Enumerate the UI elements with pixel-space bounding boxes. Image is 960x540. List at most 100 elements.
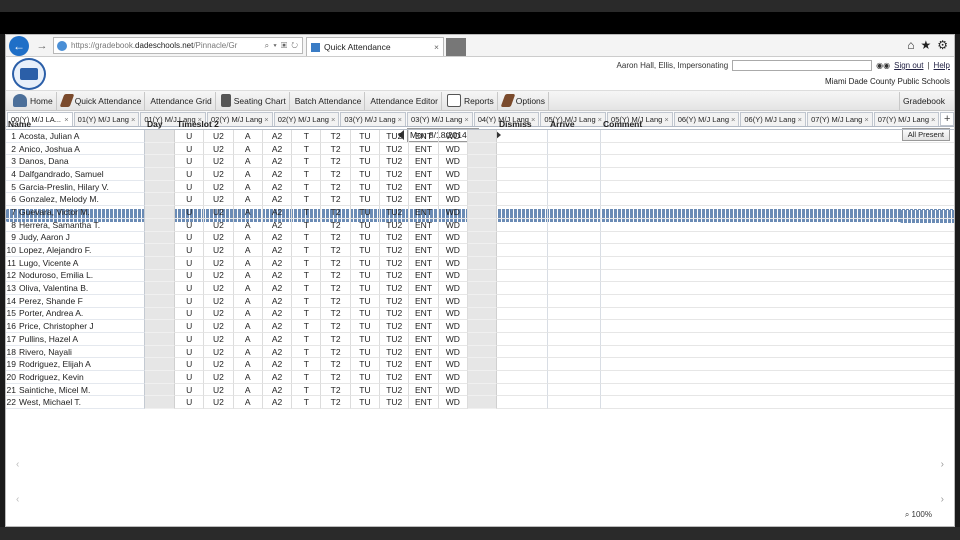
day-cell[interactable] [145,256,175,270]
dismiss-cell[interactable] [496,320,548,333]
attendance-code-cell[interactable]: U [175,231,205,245]
student-name[interactable]: Rodriguez, Kevin [19,372,84,382]
attendance-code-cell[interactable]: U2 [204,371,234,384]
attendance-code-cell[interactable]: A [233,218,263,232]
attendance-code-cell[interactable]: A [233,282,263,295]
attendance-code-cell[interactable]: A2 [262,244,293,257]
attendance-code-cell[interactable]: TU2 [380,130,410,143]
arrive-cell[interactable] [547,218,601,232]
attendance-code-cell[interactable]: WD [438,231,468,245]
impersonate-input[interactable] [732,60,873,71]
new-tab-button[interactable] [446,38,466,56]
attendance-code-cell[interactable]: T [292,282,322,295]
day-cell[interactable] [145,282,175,295]
student-name[interactable]: Oliva, Valentina B. [19,283,88,293]
attendance-code-cell[interactable]: U2 [204,193,234,207]
attendance-code-cell[interactable]: U [175,193,205,207]
attendance-code-cell[interactable]: T2 [321,155,351,169]
attendance-code-cell[interactable]: A [233,256,263,270]
attendance-code-cell[interactable]: A [233,244,263,257]
attendance-code-cell[interactable]: T [292,218,322,232]
toolbar-gradebook[interactable]: Gradebook [898,92,954,223]
attendance-code-cell[interactable]: T [292,345,322,359]
page-scroll-left-icon[interactable]: ‹ [16,494,19,505]
arrive-cell[interactable] [547,231,601,245]
arrive-cell[interactable] [547,168,601,181]
browser-tab[interactable]: Quick Attendance × [306,37,444,56]
attendance-code-cell[interactable]: TU [350,320,381,333]
student-name[interactable]: Pullins, Hazel A [19,334,78,344]
attendance-code-cell[interactable]: A2 [262,193,293,207]
attendance-code-cell[interactable]: TU2 [380,371,410,384]
attendance-code-cell[interactable]: TU2 [380,180,410,194]
address-icons[interactable]: ⌕ ▾ ▣ ↻ [265,41,299,51]
arrive-cell[interactable] [547,256,601,270]
attendance-code-cell[interactable]: WD [438,358,468,372]
binoculars-icon[interactable]: ◉◉ [876,61,890,70]
day-cell[interactable] [145,371,175,384]
dismiss-cell[interactable] [496,256,548,270]
attendance-code-cell[interactable]: WD [438,294,468,308]
day-cell[interactable] [145,333,175,346]
attendance-code-cell[interactable]: WD [438,333,468,346]
comment-cell[interactable] [600,206,954,219]
attendance-code-cell[interactable]: T2 [321,218,351,232]
attendance-code-cell[interactable]: U [175,206,205,219]
dismiss-cell[interactable] [496,180,548,194]
attendance-code-cell[interactable]: A [233,333,263,346]
attendance-code-cell[interactable]: U [175,383,205,397]
comment-cell[interactable] [600,232,954,245]
attendance-code-cell[interactable]: T2 [321,168,351,181]
help-link[interactable]: Help [934,61,950,70]
attendance-code-cell[interactable]: TU2 [380,333,410,346]
arrive-cell[interactable] [547,333,601,346]
arrive-cell[interactable] [547,130,601,143]
attendance-code-cell[interactable]: U [175,130,205,143]
attendance-code-cell[interactable]: U [175,320,205,333]
attendance-code-cell[interactable]: WD [438,218,468,232]
dismiss-cell[interactable] [496,345,548,359]
attendance-code-cell[interactable]: A2 [262,206,293,219]
dismiss-cell[interactable] [496,371,548,384]
comment-cell[interactable] [600,396,954,410]
attendance-code-cell[interactable]: T2 [321,130,351,143]
comment-cell[interactable] [600,295,954,308]
attendance-code-cell[interactable]: A [233,168,263,181]
student-name[interactable]: Acosta, Julian A [19,131,79,141]
attendance-code-cell[interactable]: TU2 [380,168,410,181]
toolbar-attendance-grid[interactable]: Attendance Grid [6,91,954,222]
attendance-code-cell[interactable]: WD [438,345,468,359]
dismiss-cell[interactable] [496,244,548,257]
attendance-code-cell[interactable]: TU2 [380,294,410,308]
dismiss-cell[interactable] [496,155,548,169]
attendance-code-cell[interactable]: TU2 [380,383,410,397]
attendance-code-cell[interactable]: A [233,155,263,169]
dismiss-cell[interactable] [496,396,548,410]
toolbar-quick-attendance[interactable]: Quick Attendance [59,91,146,110]
comment-cell[interactable] [600,181,954,194]
dismiss-cell[interactable] [496,206,548,219]
attendance-code-cell[interactable]: T2 [321,371,351,384]
attendance-code-cell[interactable]: T [292,294,322,308]
attendance-code-cell[interactable]: U [175,307,205,321]
day-cell[interactable] [145,358,175,372]
dismiss-cell[interactable] [496,358,548,372]
attendance-code-cell[interactable]: ENT [409,371,439,384]
attendance-code-cell[interactable]: WD [438,130,468,143]
comment-cell[interactable] [600,143,954,156]
attendance-code-cell[interactable]: T2 [321,193,351,207]
attendance-code-cell[interactable]: A [233,307,263,321]
attendance-code-cell[interactable]: WD [438,371,468,384]
dismiss-cell[interactable] [496,193,548,207]
attendance-code-cell[interactable]: A [233,396,263,410]
attendance-code-cell[interactable]: A2 [262,269,293,283]
attendance-code-cell[interactable]: T2 [321,396,351,410]
attendance-code-cell[interactable]: TU2 [380,396,410,410]
attendance-code-cell[interactable]: ENT [409,345,439,359]
attendance-code-cell[interactable]: T [292,206,322,219]
attendance-code-cell[interactable]: A2 [262,282,293,295]
attendance-code-cell[interactable]: T2 [321,231,351,245]
attendance-code-cell[interactable]: ENT [409,244,439,257]
attendance-code-cell[interactable]: A2 [262,180,293,194]
attendance-code-cell[interactable]: T2 [321,206,351,219]
